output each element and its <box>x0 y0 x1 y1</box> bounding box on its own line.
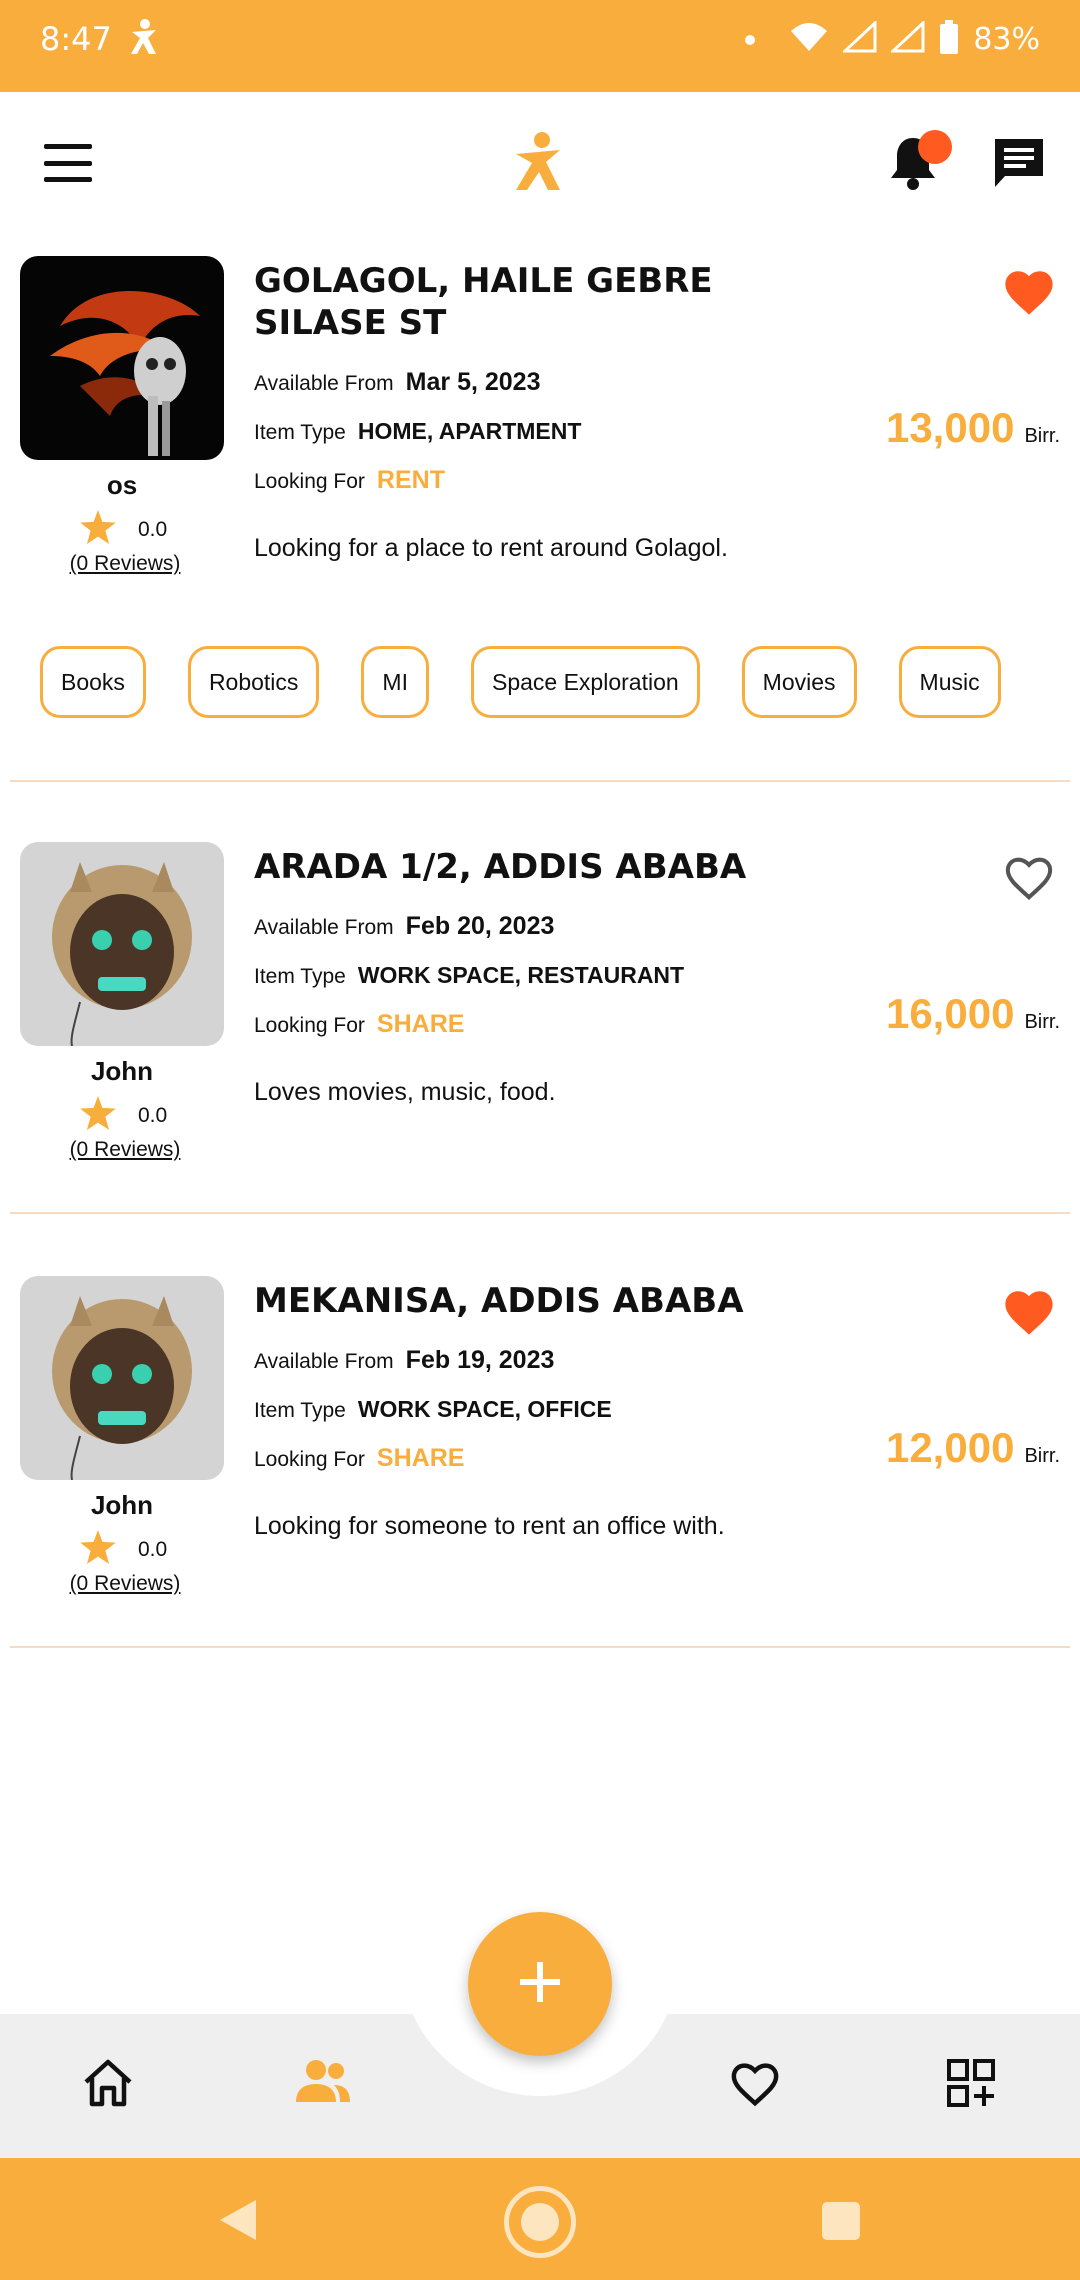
price-amount: 12,000 <box>885 1424 1015 1471</box>
people-icon[interactable] <box>294 2058 352 2109</box>
star-icon <box>80 1096 116 1136</box>
recents-button[interactable] <box>822 2202 860 2240</box>
item-type-value: WORK SPACE, OFFICE <box>357 1396 612 1422</box>
listing-description: Looking for someone to rent an office wi… <box>254 1512 725 1540</box>
looking-for-value: RENT <box>376 466 445 494</box>
status-bar: 8:47 83% <box>0 0 1080 92</box>
item-type: Item Type WORK SPACE, RESTAURANT <box>254 962 684 989</box>
item-type-label: Item Type <box>254 965 346 988</box>
looking-for-label: Looking For <box>254 1448 365 1471</box>
chat-icon[interactable] <box>992 136 1046 195</box>
looking-for: Looking For RENT <box>254 466 445 495</box>
item-type-value: HOME, APARTMENT <box>357 418 582 444</box>
notification-badge <box>918 130 952 164</box>
user-avatar[interactable] <box>20 1276 224 1480</box>
listing-description: Looking for a place to rent around Golag… <box>254 534 728 562</box>
available-date: Feb 19, 2023 <box>405 1346 555 1374</box>
looking-for-label: Looking For <box>254 470 365 493</box>
tag-chip[interactable]: Movies <box>741 646 857 718</box>
back-icon[interactable] <box>218 2198 258 2247</box>
system-navigation-bar <box>0 2158 1080 2280</box>
notification-dot-icon <box>745 34 756 45</box>
plus-icon <box>518 1960 562 2009</box>
available-label: Available From <box>254 1350 394 1373</box>
signal-icon <box>841 19 877 58</box>
listing-title: GOLAGOL, HAILE GEBRE SILASE ST <box>254 261 713 343</box>
status-icons: 83% <box>745 19 1040 59</box>
tag-chip[interactable]: Robotics <box>187 646 320 718</box>
app-header <box>0 92 1080 242</box>
heart-outline-icon[interactable] <box>1002 852 1056 907</box>
reviews-link[interactable]: (0 Reviews) <box>20 1572 230 1596</box>
interest-tags: Books Robotics MI Space Exploration Movi… <box>40 646 1001 718</box>
star-icon <box>80 510 116 550</box>
available-from: Available From Feb 20, 2023 <box>254 912 554 941</box>
signal-icon-2 <box>889 19 925 58</box>
user-rating: 0.0 <box>80 1096 167 1136</box>
listing-title: ARADA 1/2, ADDIS ABABA <box>254 847 747 887</box>
looking-for: Looking For SHARE <box>254 1010 464 1039</box>
heart-filled-icon[interactable] <box>1002 266 1056 321</box>
reviews-link[interactable]: (0 Reviews) <box>20 1138 230 1162</box>
rating-value: 0.0 <box>138 518 168 541</box>
price-currency: Birr. <box>1024 1445 1060 1467</box>
price-currency: Birr. <box>1024 1011 1060 1033</box>
user-avatar[interactable] <box>20 842 224 1046</box>
available-date: Feb 20, 2023 <box>405 912 555 940</box>
available-label: Available From <box>254 916 394 939</box>
listing-price: 16,000 Birr. <box>886 990 1060 1038</box>
item-type-label: Item Type <box>254 1399 346 1422</box>
battery-icon <box>939 20 959 59</box>
listing-price: 13,000 Birr. <box>886 404 1060 452</box>
tag-chip[interactable]: Music <box>898 646 1001 718</box>
user-name: John <box>90 1056 154 1086</box>
tag-chip[interactable]: MI <box>361 646 429 718</box>
menu-icon[interactable] <box>44 144 92 182</box>
item-type: Item Type WORK SPACE, OFFICE <box>254 1396 612 1423</box>
star-icon <box>80 1530 116 1570</box>
user-rating: 0.0 <box>80 1530 167 1570</box>
looking-for-value: SHARE <box>376 1010 465 1038</box>
tag-chip[interactable]: Books <box>40 646 146 718</box>
looking-for-value: SHARE <box>376 1444 465 1472</box>
app-notification-icon <box>128 18 160 63</box>
price-amount: 16,000 <box>885 990 1015 1037</box>
looking-for-label: Looking For <box>254 1014 365 1037</box>
divider <box>10 1646 1070 1648</box>
divider <box>10 1212 1070 1214</box>
rating-value: 0.0 <box>138 1104 168 1127</box>
wifi-icon <box>789 21 829 58</box>
divider <box>10 780 1070 782</box>
available-label: Available From <box>254 372 394 395</box>
price-currency: Birr. <box>1024 425 1060 447</box>
home-icon[interactable] <box>82 2058 134 2113</box>
user-name: John <box>90 1490 154 1520</box>
heart-filled-icon[interactable] <box>1002 1286 1056 1341</box>
price-amount: 13,000 <box>885 404 1015 451</box>
tag-chip[interactable]: Space Exploration <box>470 646 700 718</box>
item-type-value: WORK SPACE, RESTAURANT <box>357 962 685 988</box>
app-logo <box>512 132 568 199</box>
item-type-label: Item Type <box>254 421 346 444</box>
item-type: Item Type HOME, APARTMENT <box>254 418 581 445</box>
status-time: 8:47 <box>40 20 112 58</box>
listing-title: MEKANISA, ADDIS ABABA <box>254 1281 744 1321</box>
user-rating: 0.0 <box>80 510 167 550</box>
available-date: Mar 5, 2023 <box>405 368 541 396</box>
listing-price: 12,000 Birr. <box>886 1424 1060 1472</box>
user-name: os <box>106 470 138 500</box>
battery-level: 83% <box>973 22 1040 57</box>
user-avatar[interactable] <box>20 256 224 460</box>
listing-description: Loves movies, music, food. <box>254 1078 556 1106</box>
heart-outline-icon[interactable] <box>728 2058 782 2113</box>
grid-add-icon[interactable] <box>946 2058 996 2113</box>
available-from: Available From Feb 19, 2023 <box>254 1346 554 1375</box>
reviews-link[interactable]: (0 Reviews) <box>20 552 230 576</box>
looking-for: Looking For SHARE <box>254 1444 464 1473</box>
rating-value: 0.0 <box>138 1538 168 1561</box>
home-button[interactable] <box>504 2186 576 2258</box>
available-from: Available From Mar 5, 2023 <box>254 368 541 397</box>
add-listing-button[interactable] <box>468 1912 612 2056</box>
